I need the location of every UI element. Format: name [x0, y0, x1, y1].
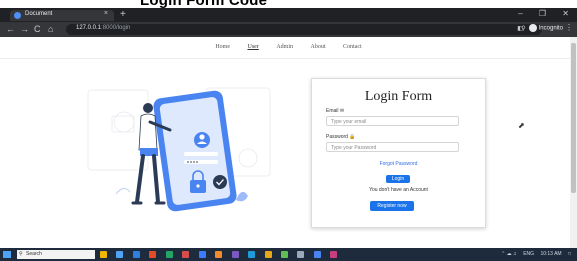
password-label: Password 🔒 — [326, 134, 356, 140]
favicon-icon — [14, 12, 21, 19]
scrollbar-thumb[interactable] — [571, 43, 576, 193]
app-icon[interactable] — [231, 251, 239, 258]
login-card: Login Form Email ✉ Type your email Passw… — [311, 78, 486, 228]
avatar-icon — [194, 132, 210, 148]
reload-icon[interactable]: C — [34, 24, 41, 34]
app-icon[interactable] — [264, 251, 272, 258]
app-icon[interactable] — [132, 251, 140, 258]
app-icon[interactable] — [116, 251, 124, 258]
tray-icons[interactable]: ⌃ ☁ ♫ — [501, 251, 517, 257]
nav-contact[interactable]: Contact — [343, 44, 362, 50]
window-controls: – ❐ ✕ — [504, 9, 569, 18]
minimize-icon[interactable]: – — [518, 9, 522, 18]
back-icon[interactable]: ← — [6, 24, 15, 34]
login-button[interactable]: Login — [386, 175, 410, 183]
home-icon[interactable]: ⌂ — [48, 24, 53, 34]
page-scrollbar[interactable] — [570, 37, 577, 248]
language-indicator[interactable]: ENG — [523, 251, 534, 257]
email-label: Email ✉ — [326, 108, 345, 114]
caption-text: Login Form Code — [140, 0, 267, 8]
new-tab-button[interactable]: + — [120, 9, 126, 20]
close-window-icon[interactable]: ✕ — [562, 9, 569, 18]
forward-icon[interactable]: → — [20, 24, 29, 34]
maximize-icon[interactable]: ❐ — [539, 9, 546, 18]
tab-close-icon[interactable]: × — [104, 10, 108, 17]
app-icon[interactable] — [330, 251, 338, 258]
browser-chrome: Document × + – ❐ ✕ ← → C ⌂ 127.0.0.1:800… — [0, 8, 577, 37]
taskbar-search[interactable]: ⚲ Search — [17, 250, 95, 259]
browser-tab[interactable]: Document × — [10, 10, 114, 21]
site-navbar: Home User Admin About Contact — [0, 37, 577, 59]
address-bar[interactable]: 127.0.0.1:8000/login ⚲ ☆ — [66, 24, 542, 35]
browser-toolbar: ← → C ⌂ 127.0.0.1:8000/login ⚲ ☆ ◧ Incog… — [0, 22, 577, 37]
url-text: 127.0.0.1:8000/login — [76, 25, 131, 31]
lock-small-icon: 🔒 — [349, 134, 356, 140]
system-tray: ⌃ ☁ ♫ ENG 10:13 AM □ — [496, 251, 571, 257]
register-button[interactable]: Register now — [370, 201, 414, 211]
envelope-icon: ✉ — [339, 108, 345, 114]
windows-start-icon[interactable] — [3, 251, 11, 258]
windows-taskbar: ⚲ Search ⌃ ☁ ♫ ENG 10:13 AM □ — [0, 248, 577, 261]
caption-strip: Login Form Code — [0, 0, 577, 8]
login-illustration — [87, 87, 271, 212]
app-icon[interactable] — [313, 251, 321, 258]
app-icon[interactable] — [165, 251, 173, 258]
incognito-indicator[interactable]: ◧ Incognito — [517, 24, 563, 32]
app-icon[interactable] — [280, 251, 288, 258]
nav-admin[interactable]: Admin — [276, 44, 293, 50]
tab-title: Document — [25, 11, 53, 17]
menu-icon[interactable]: ⋮ — [565, 23, 573, 32]
no-account-text: You don't have an Account — [369, 187, 428, 193]
forgot-password-link[interactable]: Forgot Password — [312, 161, 485, 167]
mouse-cursor-icon: ⬈ — [518, 121, 525, 130]
nav-links: Home User Admin About Contact — [0, 44, 577, 50]
side-panel-icon[interactable]: ◧ — [517, 26, 523, 32]
nav-user[interactable]: User — [247, 44, 258, 50]
nav-home[interactable]: Home — [215, 44, 230, 50]
search-icon: ⚲ — [19, 251, 23, 257]
app-icon[interactable] — [297, 251, 305, 258]
email-field[interactable]: Type your email — [326, 116, 459, 126]
nav-about[interactable]: About — [311, 44, 326, 50]
app-icon[interactable] — [149, 251, 157, 258]
app-icon[interactable] — [182, 251, 190, 258]
app-icon[interactable] — [215, 251, 223, 258]
app-icon[interactable] — [100, 251, 107, 258]
password-field[interactable]: Type your Password — [326, 142, 459, 152]
login-title: Login Form — [364, 89, 433, 104]
app-icon[interactable] — [198, 251, 206, 258]
clock[interactable]: 10:13 AM — [540, 251, 561, 257]
notification-icon[interactable]: □ — [568, 251, 571, 257]
incognito-icon — [528, 24, 537, 32]
app-icon[interactable] — [248, 251, 256, 258]
taskbar-apps — [100, 251, 342, 261]
